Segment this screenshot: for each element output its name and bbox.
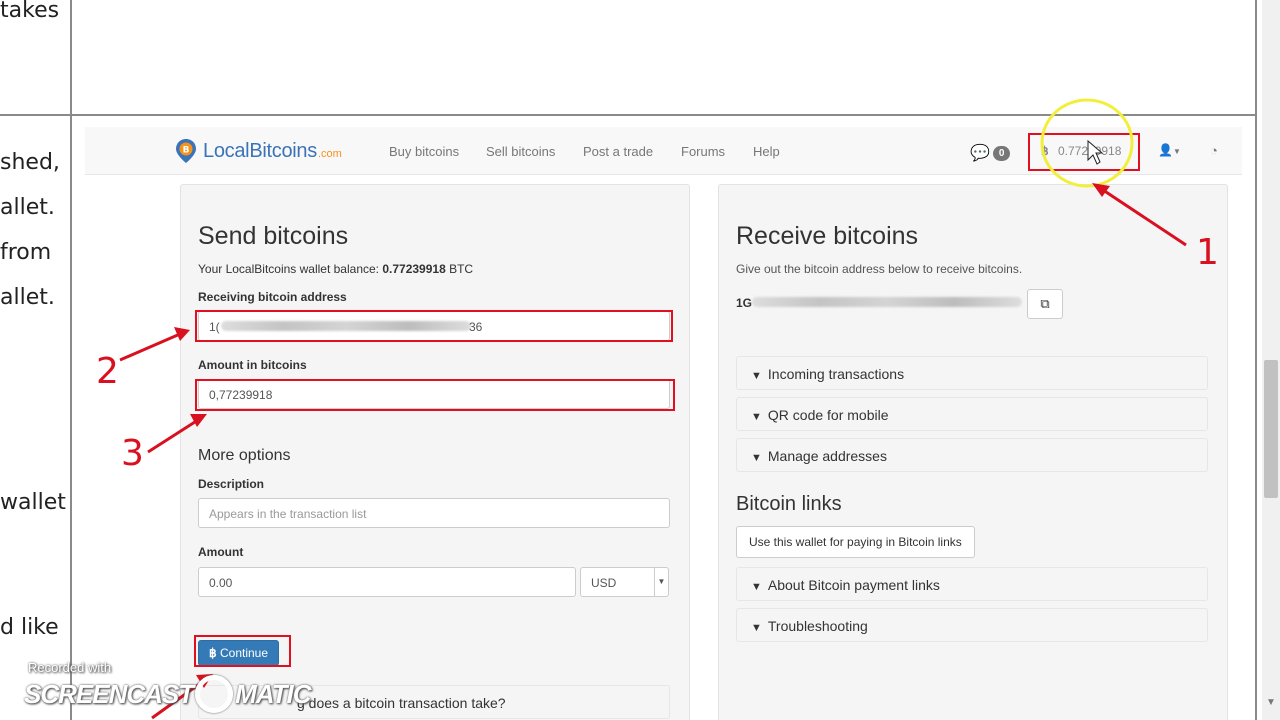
user-menu[interactable]: 👤▼ — [1158, 143, 1181, 157]
nav-post-a-trade[interactable]: Post a trade — [583, 144, 653, 159]
chevron-down-icon: ▼ — [654, 568, 668, 596]
amount-btc-label: Amount in bitcoins — [198, 358, 307, 372]
accordion-label: QR code for mobile — [767, 407, 889, 423]
chevron-down-icon: ▼ — [751, 622, 762, 634]
messages-button[interactable]: 💬 0 — [970, 143, 1011, 163]
copy-icon: ⧉ — [1040, 296, 1050, 311]
doc-line: from — [0, 240, 52, 265]
user-icon: 👤 — [1158, 143, 1173, 157]
address-label: Receiving bitcoin address — [198, 290, 347, 304]
chat-bubble-icon: 💬 — [970, 145, 990, 162]
nav-buy-bitcoins[interactable]: Buy bitcoins — [389, 144, 459, 159]
doc-line: allet. — [0, 195, 55, 220]
annotation-box-balance — [1028, 133, 1140, 171]
watermark-recorded-with: Recorded with — [28, 660, 112, 675]
watermark-brand-end: MATIC — [235, 678, 311, 709]
messages-count-badge: 0 — [992, 145, 1011, 161]
accordion-label: About Bitcoin payment links — [767, 577, 940, 593]
faq-text: g does a bitcoin transaction take? — [297, 695, 506, 711]
send-title: Send bitcoins — [198, 222, 349, 250]
description-label: Description — [198, 477, 265, 491]
screencast-watermark: Recorded with SCREENCAST MATIC — [24, 660, 312, 713]
currency-value: USD — [591, 576, 617, 590]
embedded-screenshot: B LocalBitcoins .com Buy bitcoins Sell b… — [85, 127, 1242, 720]
brand-suffix: .com — [317, 148, 342, 160]
watermark-brand-text: SCREENCAST — [24, 678, 194, 709]
annotation-number-2: 2 — [96, 351, 119, 392]
svg-text:B: B — [183, 146, 190, 156]
annotation-number-3: 3 — [121, 433, 144, 474]
receive-address-start: 1G — [736, 296, 753, 310]
receive-title: Receive bitcoins — [736, 222, 919, 250]
amount-fiat-input[interactable]: 0.00 — [198, 567, 576, 597]
brand-name: LocalBitcoins — [203, 139, 317, 162]
bitcoin-links-title: Bitcoin links — [736, 493, 842, 515]
page-border-left — [70, 0, 72, 720]
chevron-down-icon: ▼ — [751, 581, 762, 593]
wallet-balance-line: Your LocalBitcoins wallet balance: 0.772… — [198, 262, 474, 276]
dashboard-icon[interactable]: ◔ — [1210, 143, 1218, 158]
scroll-down-icon[interactable]: ▼ — [1266, 697, 1276, 708]
troubleshooting-item[interactable]: ▼ Troubleshooting — [736, 608, 1208, 642]
accordion-label: Incoming transactions — [767, 366, 905, 382]
nav-forums[interactable]: Forums — [681, 144, 725, 159]
about-payment-links-item[interactable]: ▼ About Bitcoin payment links — [736, 567, 1208, 601]
chevron-down-icon: ▼ — [751, 452, 762, 464]
doc-line: shed, — [0, 150, 60, 175]
receive-address-redacted — [752, 297, 1022, 307]
manage-addresses-item[interactable]: ▼ Manage addresses — [736, 438, 1208, 472]
annotation-number-1: 1 — [1196, 232, 1219, 273]
page-border-right — [1255, 0, 1257, 720]
caret-down-icon: ▼ — [1172, 147, 1181, 156]
scrollbar-thumb[interactable] — [1264, 360, 1278, 498]
annotation-box-address — [195, 310, 673, 342]
annotation-box-amount — [195, 379, 675, 411]
doc-line: d like — [0, 615, 59, 640]
watermark-brand: SCREENCAST MATIC — [24, 675, 312, 713]
receive-address: 1G — [736, 296, 752, 310]
amount-label: Amount — [198, 545, 244, 559]
description-input[interactable]: Appears in the transaction list — [198, 498, 670, 528]
watermark-o-logo-icon — [195, 675, 234, 713]
doc-line: allet. — [0, 285, 55, 310]
copy-address-button[interactable]: ⧉ — [1027, 289, 1063, 319]
currency-select[interactable]: USD ▼ — [580, 567, 669, 597]
incoming-transactions-item[interactable]: ▼ Incoming transactions — [736, 356, 1208, 390]
nav-sell-bitcoins[interactable]: Sell bitcoins — [486, 144, 555, 159]
location-pin-icon: B — [175, 138, 197, 164]
chevron-down-icon: ▼ — [751, 370, 762, 382]
receive-subtitle: Give out the bitcoin address below to re… — [736, 262, 1023, 276]
accordion-label: Manage addresses — [767, 448, 887, 464]
doc-line: takes — [0, 0, 60, 23]
more-options-title: More options — [198, 447, 291, 464]
chevron-down-icon: ▼ — [751, 411, 762, 423]
accordion-label: Troubleshooting — [767, 618, 868, 634]
brand-logo[interactable]: B LocalBitcoins .com — [175, 138, 342, 164]
nav-help[interactable]: Help — [753, 144, 780, 159]
page-divider — [0, 114, 1257, 116]
doc-line: wallet — [0, 490, 66, 515]
use-wallet-links-button[interactable]: Use this wallet for paying in Bitcoin li… — [736, 526, 975, 558]
qr-code-item[interactable]: ▼ QR code for mobile — [736, 397, 1208, 431]
balance-value: 0.77239918 — [382, 262, 446, 276]
